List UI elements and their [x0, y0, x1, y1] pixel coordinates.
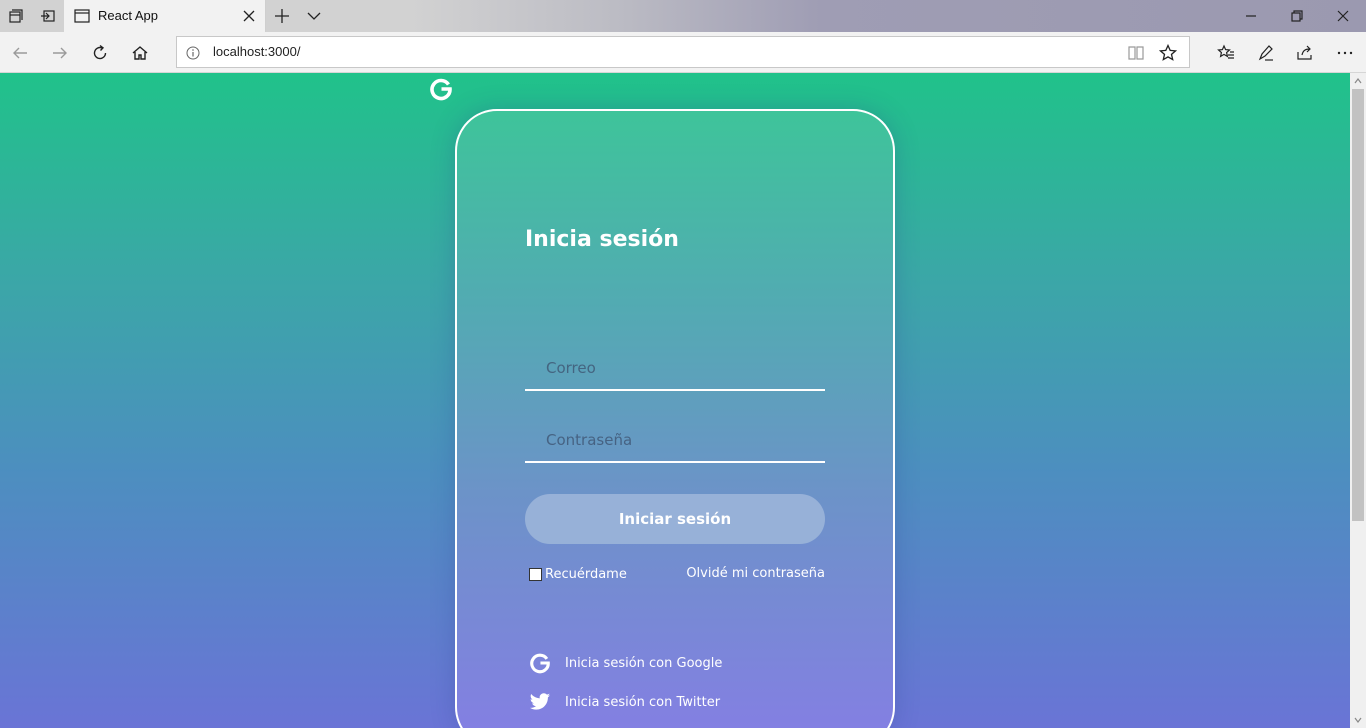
address-field[interactable]: localhost:3000/ [176, 36, 1190, 68]
close-tab-icon[interactable] [242, 9, 256, 23]
google-g-icon [530, 653, 550, 674]
tab-title: React App [98, 8, 158, 23]
page-scrollbar[interactable] [1350, 73, 1366, 728]
back-icon[interactable] [11, 44, 29, 62]
home-icon[interactable] [131, 44, 149, 62]
login-title: Inicia sesión [525, 227, 679, 252]
favorites-hub-icon[interactable] [1217, 44, 1235, 62]
chevron-down-icon[interactable] [306, 9, 322, 23]
google-login-label: Inicia sesión con Google [565, 655, 723, 671]
share-icon[interactable] [1296, 44, 1314, 62]
login-button[interactable]: Iniciar sesión [525, 494, 825, 544]
google-logo-icon [430, 78, 452, 101]
browser-address-bar: localhost:3000/ [0, 32, 1366, 73]
remember-me[interactable]: Recuérdame [529, 565, 627, 583]
favorite-star-icon[interactable] [1159, 44, 1177, 62]
reading-view-icon[interactable] [1127, 45, 1145, 61]
scroll-up-icon[interactable] [1354, 77, 1362, 85]
email-field[interactable] [525, 347, 825, 391]
remember-checkbox[interactable] [529, 567, 542, 581]
restore-icon[interactable] [1290, 9, 1304, 23]
browser-tab[interactable]: React App [64, 0, 266, 32]
page-icon [74, 9, 90, 23]
password-field[interactable] [525, 419, 825, 463]
minimize-icon[interactable] [1244, 9, 1258, 23]
google-login-button[interactable]: Inicia sesión con Google [529, 651, 722, 675]
twitter-login-button[interactable]: Inicia sesión con Twitter [529, 690, 720, 714]
info-icon[interactable] [186, 46, 200, 60]
set-aside-tabs-icon[interactable] [40, 8, 56, 24]
url-text: localhost:3000/ [213, 44, 301, 59]
scrollbar-thumb[interactable] [1352, 89, 1364, 521]
new-tab-icon[interactable] [274, 8, 290, 24]
login-card: Inicia sesión Iniciar sesión Recuérdame … [455, 109, 895, 728]
refresh-icon[interactable] [91, 44, 109, 62]
tab-overview-icon[interactable] [8, 8, 24, 24]
page-viewport: Inicia sesión Iniciar sesión Recuérdame … [0, 73, 1350, 728]
scroll-down-icon[interactable] [1354, 716, 1362, 724]
forgot-password-link[interactable]: Olvidé mi contraseña [686, 566, 825, 581]
more-icon[interactable] [1336, 44, 1354, 62]
twitter-login-label: Inicia sesión con Twitter [565, 694, 721, 710]
pen-icon[interactable] [1257, 44, 1275, 62]
remember-label: Recuérdame [545, 566, 627, 582]
browser-tab-bar: React App [0, 0, 1366, 32]
twitter-bird-icon [529, 693, 551, 710]
close-window-icon[interactable] [1336, 9, 1350, 23]
forward-icon[interactable] [51, 44, 69, 62]
